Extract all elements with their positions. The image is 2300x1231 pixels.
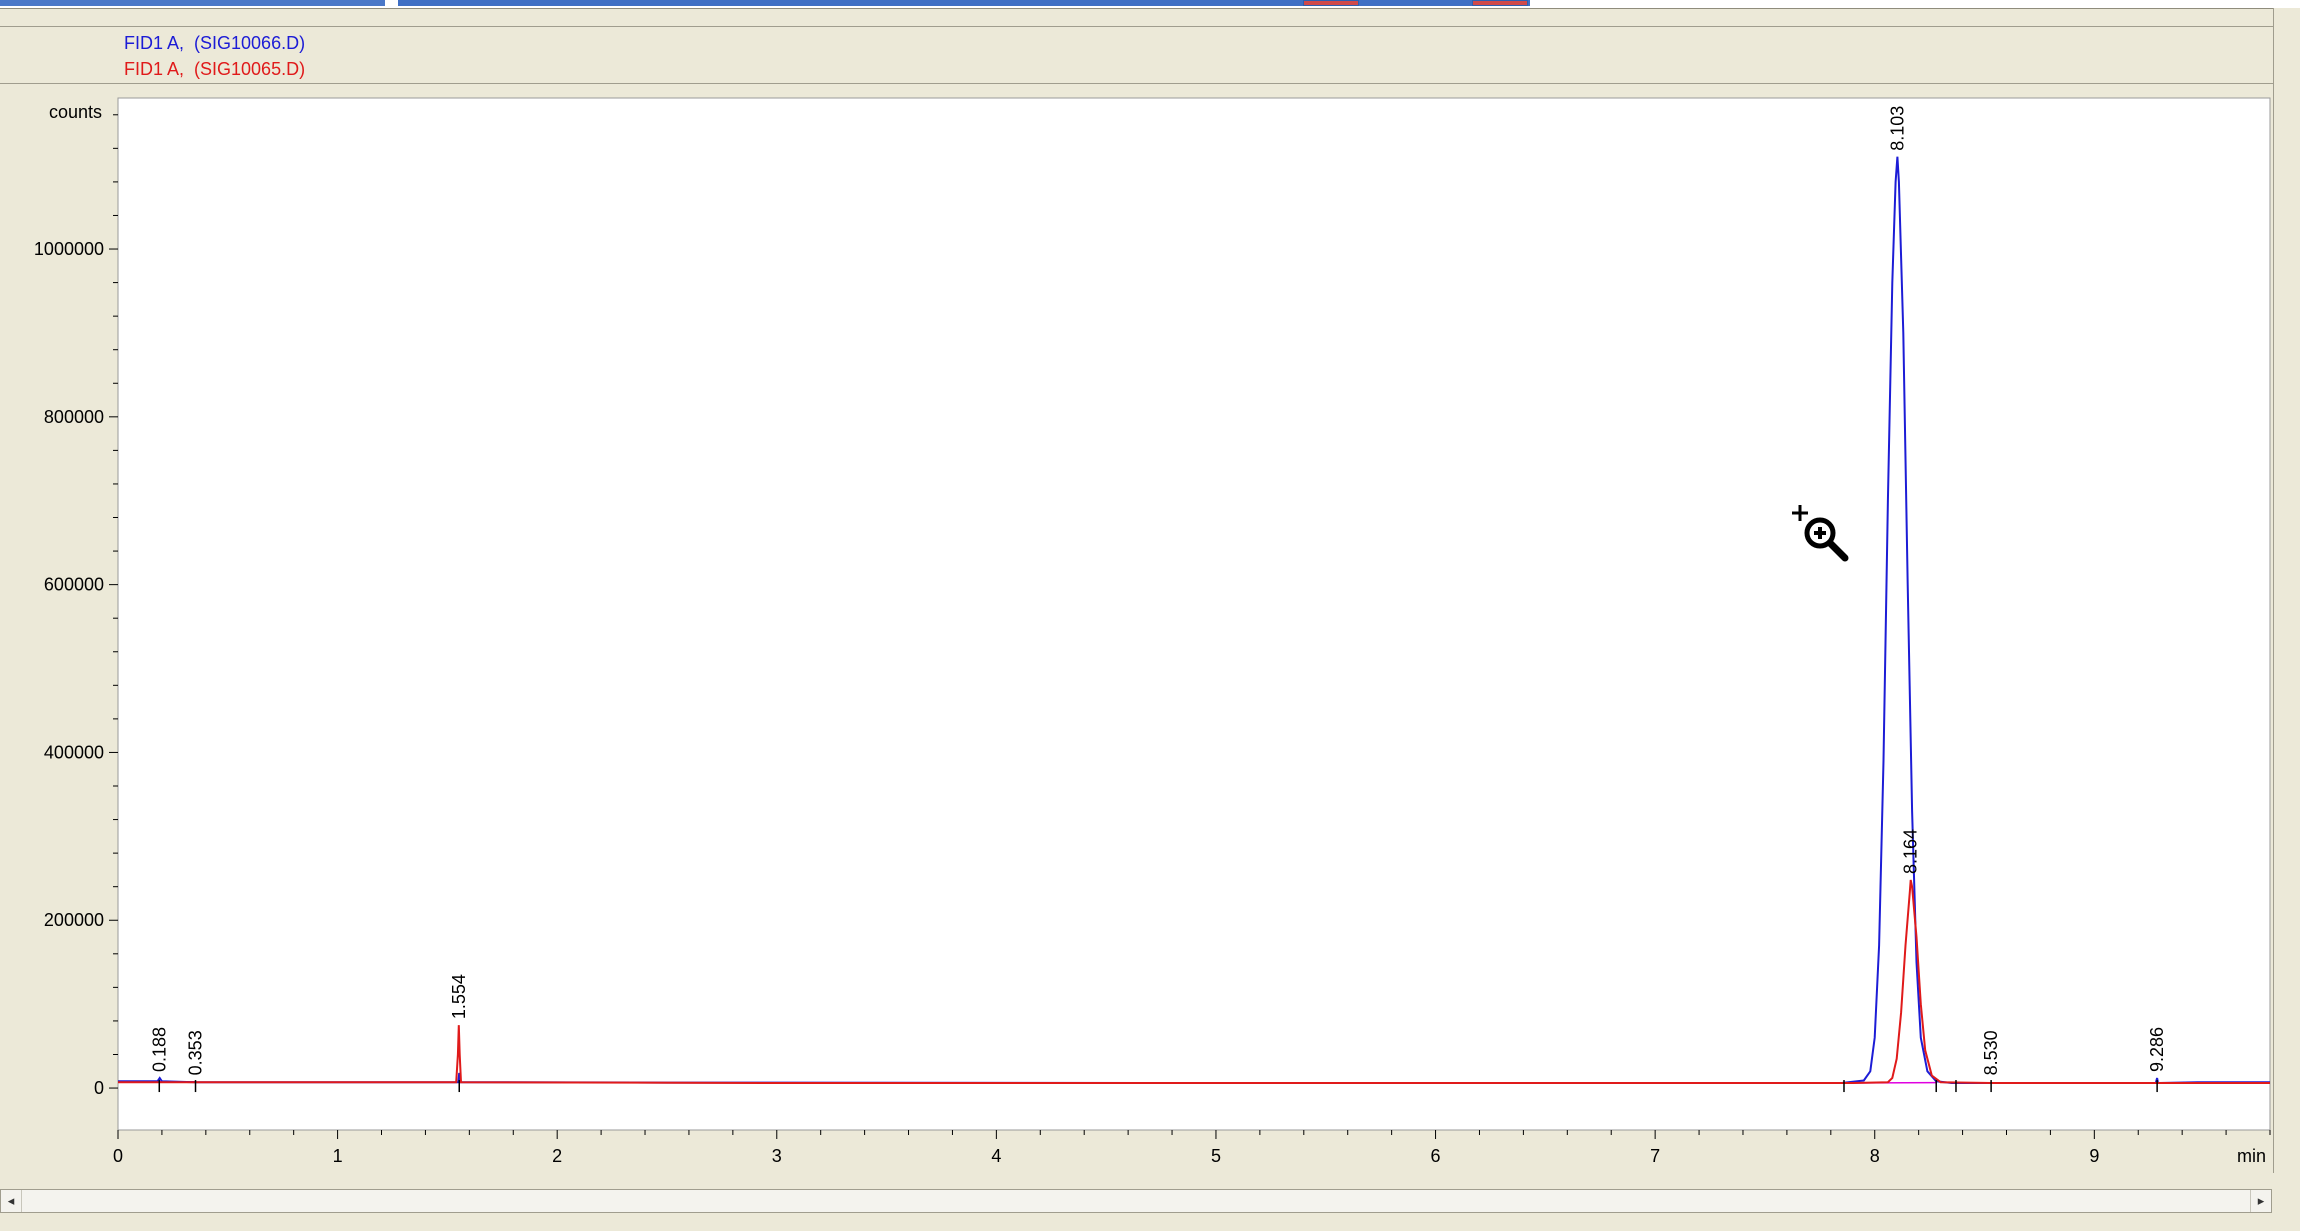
y-tick-label: 800000 (44, 407, 104, 427)
y-tick-label: 1000000 (34, 239, 104, 259)
separator (0, 8, 2280, 9)
legend-entry-signal-1[interactable]: FID1 A, (SIG10066.D) (124, 33, 305, 54)
y-tick-label: 600000 (44, 575, 104, 595)
y-axis-label: counts (49, 102, 102, 122)
title-bar-right (398, 0, 1530, 6)
scroll-left-button[interactable]: ◂ (1, 1190, 22, 1212)
x-tick-label: 4 (991, 1146, 1001, 1166)
plot-area (117, 97, 2271, 1131)
x-tick-label: 1 (333, 1146, 343, 1166)
right-edge-panel (2273, 8, 2300, 1173)
signal-color-swatch-1[interactable] (1303, 0, 1359, 6)
x-tick-label: 5 (1211, 1146, 1221, 1166)
y-tick-label: 200000 (44, 910, 104, 930)
x-tick-label: 2 (552, 1146, 562, 1166)
x-tick-label: 9 (2089, 1146, 2099, 1166)
peak-label: 9.286 (2147, 1027, 2167, 1072)
x-tick-label: 7 (1650, 1146, 1660, 1166)
peak-label: 0.188 (149, 1027, 169, 1072)
x-axis-label: min (2237, 1146, 2266, 1166)
title-bar-left (0, 0, 385, 6)
peak-label: 8.530 (1981, 1030, 2001, 1075)
zoom-in-cursor-icon (1790, 503, 1852, 565)
x-tick-label: 6 (1431, 1146, 1441, 1166)
peak-label: 0.353 (186, 1030, 206, 1075)
x-tick-label: 8 (1870, 1146, 1880, 1166)
peak-label: 8.103 (1887, 106, 1907, 151)
peak-label: 8.164 (1901, 829, 1921, 874)
signal-color-swatch-2[interactable] (1472, 0, 1528, 6)
status-area (0, 1213, 2300, 1231)
chromatogram-plot-panel[interactable]: 0 200000 400000 600000 800000 1000000 counts 0 1… (0, 93, 2273, 1171)
y-tick-label: 0 (94, 1078, 104, 1098)
signal-legend-panel: FID1 A, (SIG10066.D) FID1 A, (SIG10065.D… (0, 26, 2273, 84)
chromatogram-chart[interactable]: 0 200000 400000 600000 800000 1000000 counts 0 1… (0, 93, 2273, 1171)
x-tick-label: 3 (772, 1146, 782, 1166)
y-tick-label: 400000 (44, 742, 104, 762)
window-top-strip (0, 0, 2300, 8)
peak-label: 1.554 (449, 974, 469, 1019)
x-tick-label: 0 (113, 1146, 123, 1166)
scroll-right-button[interactable]: ▸ (2250, 1190, 2271, 1212)
legend-entry-signal-2[interactable]: FID1 A, (SIG10065.D) (124, 59, 305, 80)
horizontal-scrollbar[interactable]: ◂ ▸ (0, 1189, 2272, 1213)
